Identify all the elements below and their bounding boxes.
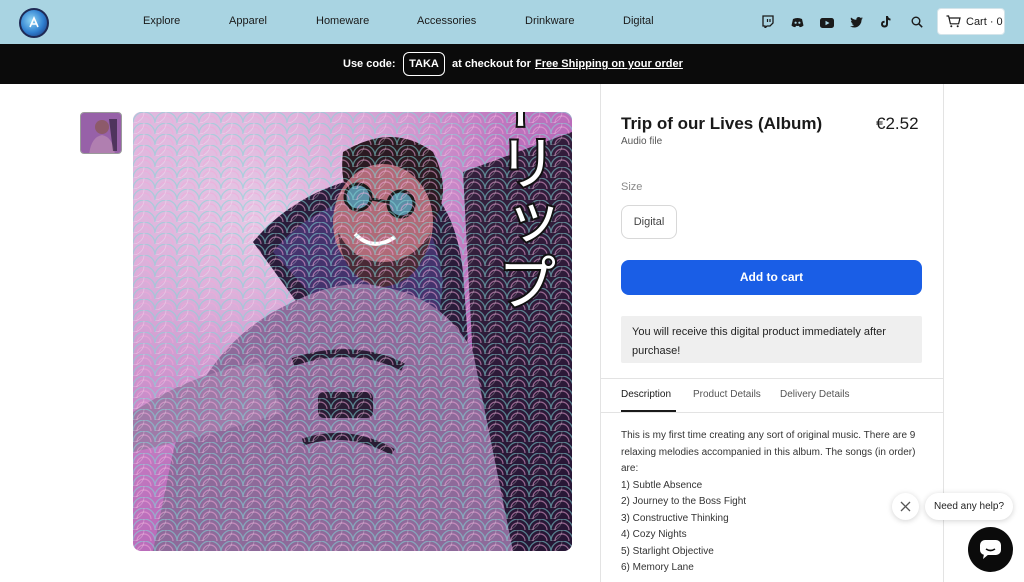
tab-description[interactable]: Description [621, 389, 671, 400]
tab-delivery-details[interactable]: Delivery Details [780, 389, 849, 400]
promo-prefix: Use code: [343, 58, 396, 70]
chat-launcher-button[interactable] [968, 527, 1013, 572]
size-option-digital[interactable]: Digital [621, 205, 677, 239]
size-label: Size [621, 181, 643, 193]
promo-middle-text: at checkout for [452, 58, 531, 70]
nav-link-digital[interactable]: Digital [623, 15, 654, 27]
list-item: 2) Journey to the Boss Fight [621, 496, 747, 507]
list-item: 5) Starlight Objective [621, 545, 714, 557]
promo-code-badge: TAKA [403, 52, 445, 76]
tab-product-details[interactable]: Product Details [693, 389, 761, 400]
twitter-icon[interactable] [850, 15, 864, 29]
tiktok-icon[interactable] [880, 15, 894, 29]
nav-link-accessories[interactable]: Accessories [417, 15, 476, 27]
description-intro: This is my first time creating any sort … [621, 430, 916, 474]
nav-link-drinkware[interactable]: Drinkware [525, 15, 575, 27]
add-to-cart-button[interactable]: Add to cart [621, 260, 922, 295]
store-logo[interactable] [19, 8, 49, 38]
product-type: Audio file [621, 136, 663, 147]
list-item: 4) Cozy Nights [621, 529, 687, 540]
discord-icon[interactable] [791, 15, 805, 29]
cart-icon [946, 15, 961, 28]
chat-dismiss-button[interactable] [892, 493, 919, 520]
youtube-icon[interactable] [820, 15, 834, 29]
product-title: Trip of our Lives (Album) [621, 114, 823, 133]
cart-label: Cart · 0 [966, 16, 1003, 28]
chat-prompt-bubble[interactable]: Need any help? [925, 493, 1013, 520]
product-price: €2.52 [876, 114, 919, 133]
nav-link-apparel[interactable]: Apparel [229, 15, 267, 27]
album-art-text: トリップ [487, 112, 557, 312]
close-icon [900, 501, 911, 512]
list-item: 6) Memory Lane [621, 562, 694, 573]
list-item: 1) Subtle Absence [621, 479, 703, 491]
promo-banner: Use code: TAKA at checkout for Free Ship… [0, 44, 1024, 84]
product-main-image: トリップ [133, 112, 572, 551]
tabs-bottom-divider [600, 412, 944, 413]
search-icon[interactable] [911, 15, 925, 29]
description-content: This is my first time creating any sort … [621, 428, 926, 577]
product-thumbnail[interactable] [80, 112, 122, 154]
nav-link-homeware[interactable]: Homeware [316, 15, 369, 27]
tabs-top-divider [600, 378, 944, 379]
list-item: 3) Constructive Thinking [621, 512, 729, 524]
free-shipping-link[interactable]: Free Shipping on your order [535, 58, 683, 70]
twitch-icon[interactable] [762, 15, 776, 30]
digital-delivery-notice: You will receive this digital product im… [621, 316, 922, 363]
chat-icon [980, 540, 1001, 559]
nav-link-explore[interactable]: Explore [143, 15, 180, 27]
top-nav: Explore Apparel Homeware Accessories Dri… [0, 0, 1024, 44]
cart-button[interactable]: Cart · 0 [937, 8, 1005, 35]
